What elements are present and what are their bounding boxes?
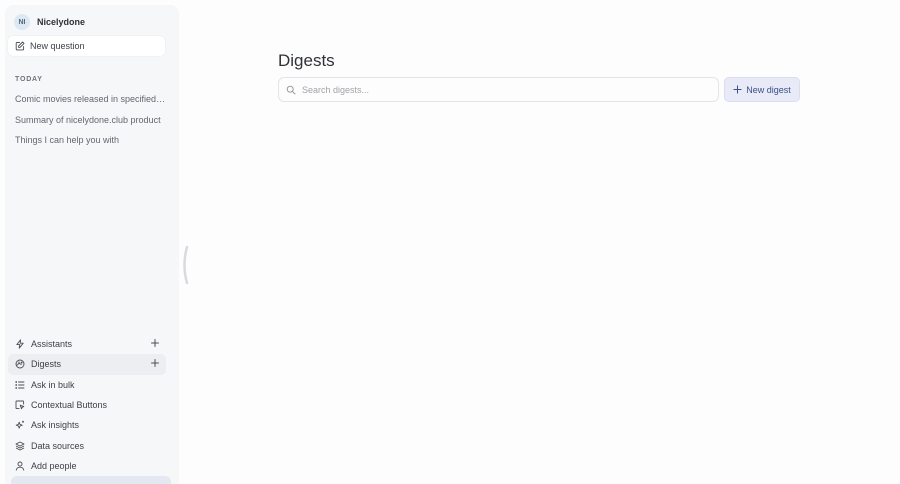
sidebar-item-data-sources[interactable]: Data sources	[8, 435, 166, 455]
workspace-avatar: NI	[14, 14, 30, 30]
sidebar-nav: Assistants Digests Ask in bulk Contextua…	[8, 334, 166, 476]
new-question-button[interactable]: New question	[8, 36, 165, 56]
new-digest-label: New digest	[746, 84, 791, 95]
sidebar-item-label: Data sources	[31, 440, 85, 451]
sidebar-item-contextual-buttons[interactable]: Contextual Buttons	[8, 395, 166, 415]
history-item[interactable]: Things I can help you with	[15, 130, 167, 151]
sidebar-item-label: Contextual Buttons	[31, 400, 108, 411]
search-input[interactable]	[302, 84, 702, 95]
layers-icon	[15, 441, 25, 451]
digest-icon	[15, 359, 25, 369]
plus-icon	[733, 85, 742, 94]
workspace-switcher[interactable]: NI Nicelydone	[14, 13, 85, 31]
search-icon	[286, 85, 296, 95]
sidebar-resize-handle[interactable]	[181, 246, 189, 284]
history-list: Comic movies released in specified dates…	[15, 89, 167, 151]
history-section-label: TODAY	[15, 76, 43, 83]
search-box[interactable]	[278, 77, 719, 102]
sidebar-item-label: Ask in bulk	[31, 379, 75, 390]
sidebar-bottom-item[interactable]	[11, 476, 171, 484]
page-title: Digests	[278, 51, 335, 70]
bolt-icon	[15, 339, 25, 349]
sidebar-item-ask-insights[interactable]: Ask insights	[8, 415, 166, 435]
edit-icon	[15, 41, 25, 51]
sidebar-item-assistants[interactable]: Assistants	[8, 334, 166, 354]
history-item[interactable]: Summary of nicelydone.club product	[15, 110, 167, 131]
sidebar-item-label: Assistants	[31, 339, 73, 350]
sidebar-item-add-people[interactable]: Add people	[8, 456, 166, 476]
history-item[interactable]: Comic movies released in specified dates	[15, 89, 167, 110]
sparkle-icon	[15, 420, 25, 430]
sidebar-item-ask-in-bulk[interactable]: Ask in bulk	[8, 375, 166, 395]
add-assistant-icon[interactable]	[150, 338, 160, 348]
sidebar-item-label: Add people	[31, 460, 77, 471]
add-digest-icon[interactable]	[150, 358, 160, 368]
workspace-name: Nicelydone	[37, 17, 86, 27]
new-question-label: New question	[30, 41, 85, 51]
contextual-buttons-icon	[15, 400, 25, 410]
sidebar-item-label: Digests	[31, 359, 62, 370]
sidebar-item-digests[interactable]: Digests	[8, 354, 166, 375]
sidebar-item-label: Ask insights	[31, 420, 80, 431]
list-icon	[15, 380, 25, 390]
user-icon	[15, 461, 25, 471]
new-digest-button[interactable]: New digest	[724, 77, 800, 102]
